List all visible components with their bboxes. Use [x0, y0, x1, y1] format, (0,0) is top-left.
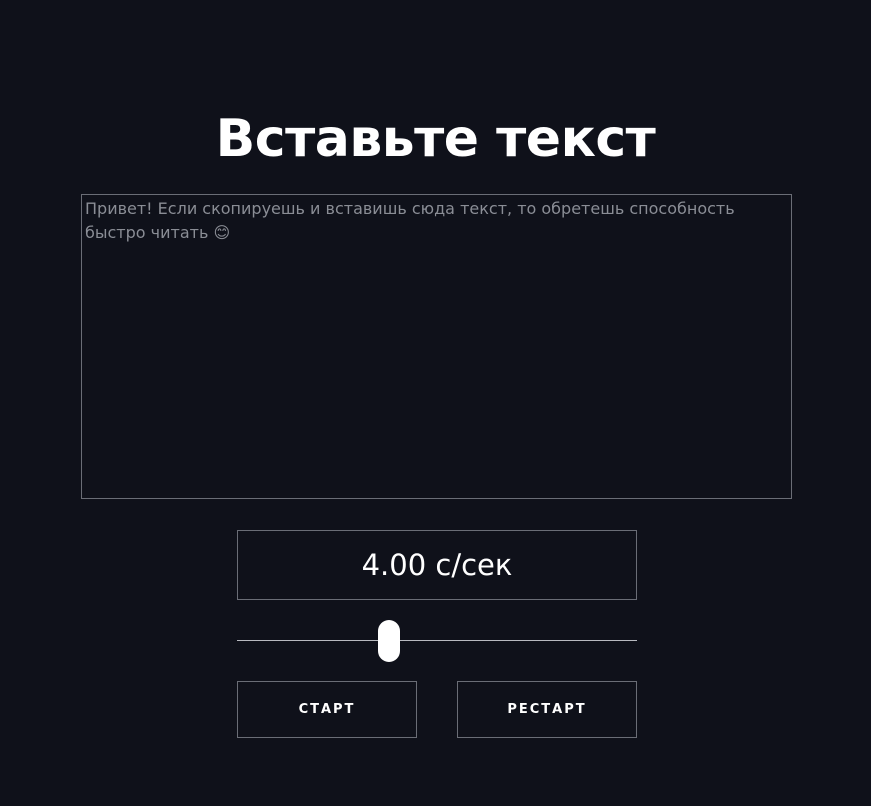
page-title: Вставьте текст — [215, 109, 656, 169]
speed-value: 4.00 с/сек — [361, 548, 513, 582]
speed-slider[interactable] — [237, 619, 637, 663]
app-page: Вставьте текст 4.00 с/сек СТАРТ РЕСТАРТ — [0, 0, 871, 806]
slider-thumb[interactable] — [378, 620, 400, 662]
speed-display: 4.00 с/сек — [237, 530, 637, 600]
restart-button[interactable]: РЕСТАРТ — [457, 681, 637, 738]
start-button[interactable]: СТАРТ — [237, 681, 417, 738]
slider-track[interactable] — [237, 640, 637, 641]
text-input-area[interactable] — [81, 194, 792, 499]
